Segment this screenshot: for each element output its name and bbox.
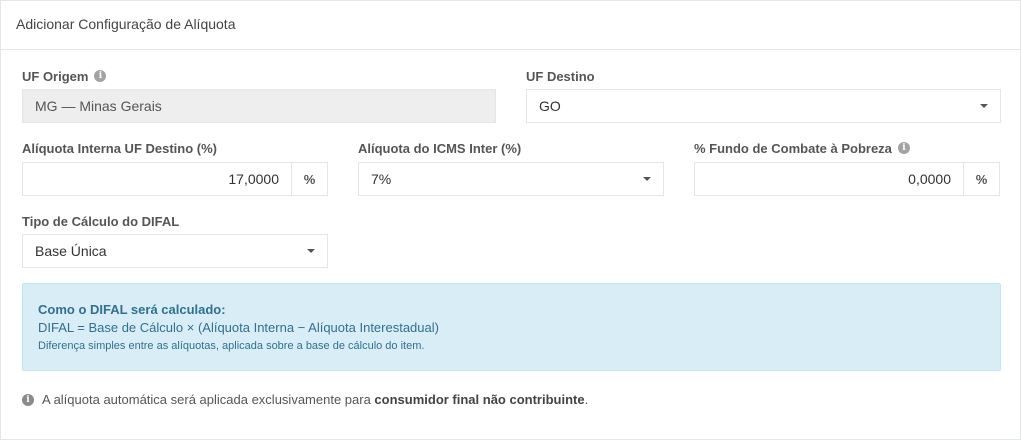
alert-description: Diferença simples entre as alíquotas, ap… [38,340,425,352]
fundo-pobreza-value: 0,0000 [908,171,951,187]
note-bold: consumidor final não contribuinte [374,392,585,407]
fundo-pobreza-label-text: % Fundo de Combate à Pobreza [694,140,892,156]
uf-destino-label-text: UF Destino [526,68,595,84]
uf-origem-label: UF Origem i [22,68,107,84]
chevron-down-icon [307,249,315,253]
uf-destino-value: GO [539,98,561,114]
note-prefix: A alíquota automática será aplicada excl… [42,392,375,407]
aliquota-inter-select[interactable]: 7% [358,162,664,196]
info-icon[interactable]: i [897,142,910,154]
aliquota-config-panel: Adicionar Configuração de Alíquota UF Or… [0,0,1021,440]
uf-origem-label-text: UF Origem [22,68,89,84]
note-suffix: . [584,392,589,407]
tipo-calculo-label-text: Tipo de Cálculo do DIFAL [22,213,180,229]
tipo-calculo-label: Tipo de Cálculo do DIFAL [22,213,179,229]
tipo-calculo-value: Base Única [35,243,107,259]
info-icon: i [22,393,34,406]
chevron-down-icon [980,104,988,108]
uf-destino-label: UF Destino [526,68,595,84]
difal-info-alert: Como o DIFAL será calculado: DIFAL = Bas… [22,283,1001,371]
aliquota-inter-label: Alíquota do ICMS Inter (%) [358,140,521,156]
footer-note: i A alíquota automática será aplicada ex… [22,392,588,407]
uf-origem-value: MG — Minas Gerais [35,98,162,114]
aliquota-interna-label-text: Alíquota Interna UF Destino (%) [22,140,217,156]
panel-title: Adicionar Configuração de Alíquota [1,1,1020,50]
alert-formula: DIFAL = Base de Cálculo × (Alíquota Inte… [38,320,439,335]
uf-destino-select[interactable]: GO [526,89,1001,123]
percent-addon: % [291,163,327,195]
info-icon[interactable]: i [94,70,107,82]
alert-title: Como o DIFAL será calculado: [38,302,226,317]
aliquota-inter-value: 7% [371,171,392,187]
fundo-pobreza-input[interactable]: 0,0000 % [694,162,1000,196]
chevron-down-icon [643,177,651,181]
percent-addon: % [963,163,999,195]
aliquota-interna-input[interactable]: 17,0000 % [22,162,328,196]
uf-origem-field: MG — Minas Gerais [22,89,496,123]
aliquota-interna-value: 17,0000 [228,171,279,187]
aliquota-inter-label-text: Alíquota do ICMS Inter (%) [358,140,522,156]
aliquota-interna-label: Alíquota Interna UF Destino (%) [22,140,217,156]
tipo-calculo-select[interactable]: Base Única [22,234,328,268]
fundo-pobreza-label: % Fundo de Combate à Pobreza i [694,140,910,156]
